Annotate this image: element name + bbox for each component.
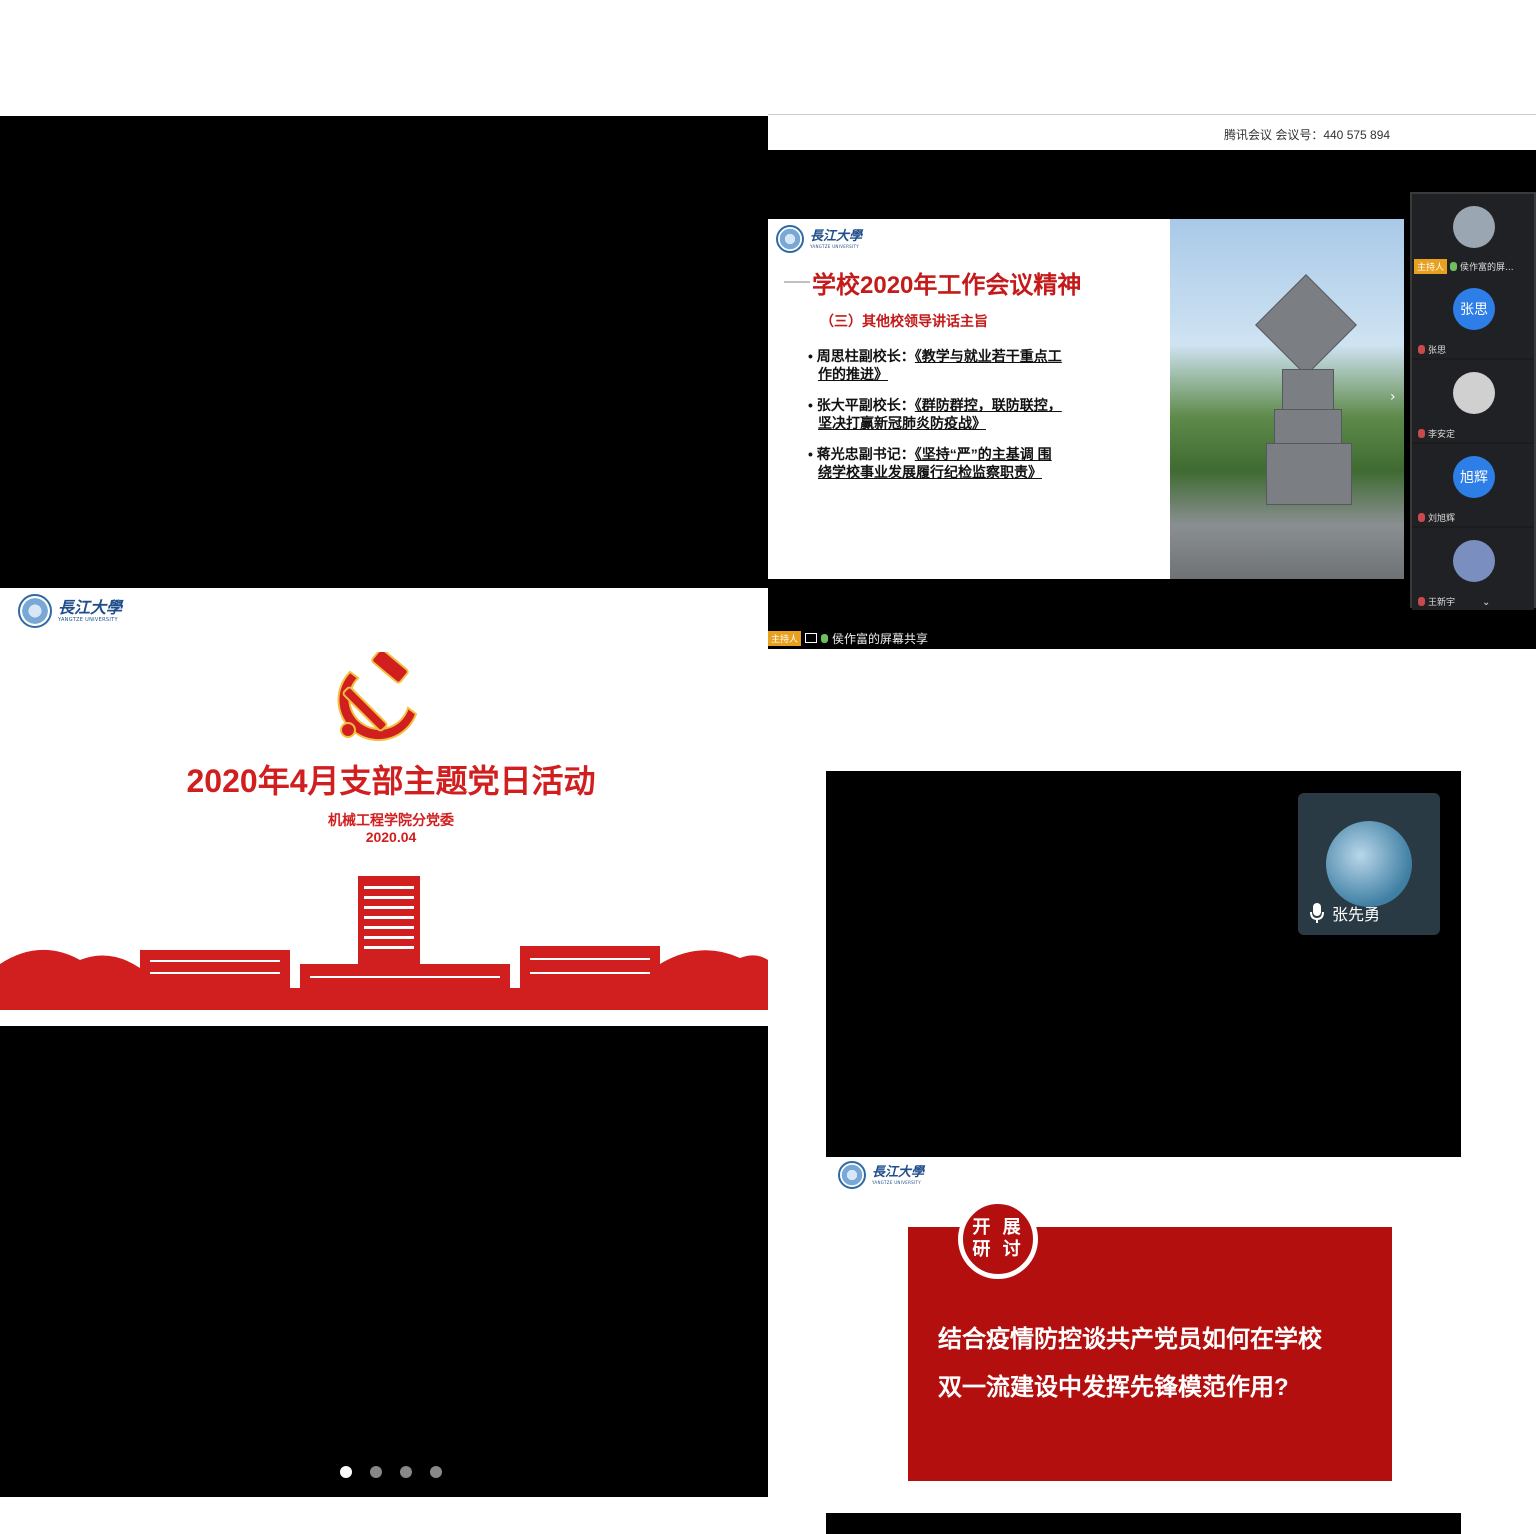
carousel-dot[interactable] <box>370 1466 382 1478</box>
avatar <box>1453 540 1495 582</box>
participant-name: 李安定 <box>1428 430 1456 440</box>
meeting-id-text: 腾讯会议 会议号：440 575 894 <box>1224 128 1391 142</box>
mic-muted-icon <box>1418 345 1425 354</box>
slide-title: 学校2020年工作会议精神 <box>812 272 1082 299</box>
host-badge: 主持人 <box>1414 259 1448 274</box>
bullet-text: 《坚持“严”的主基调 围 <box>914 446 1052 462</box>
left-screenshot: 長江大學 YANGTZE UNIVERSITY 2020年4月支部主题党日活动 … <box>0 116 768 1497</box>
participant-video-tile[interactable]: 张先勇 <box>1298 793 1440 935</box>
party-day-slide: 長江大學 YANGTZE UNIVERSITY 2020年4月支部主题党日活动 … <box>0 588 768 1026</box>
university-seal-icon <box>838 1161 866 1189</box>
participant-name: 王新宇 <box>1428 598 1456 608</box>
logo-cn-text: 長江大學 <box>872 1164 925 1180</box>
participant-tile[interactable]: 李安定 <box>1412 360 1534 442</box>
bullet-speaker: 张大平副校长： <box>816 397 915 413</box>
mic-muted-icon <box>1418 513 1425 522</box>
slide-bullet: • 张大平副校长：《群防群控，联防联控， 坚决打赢新冠肺炎防疫战》 <box>808 396 1128 432</box>
title-accent-line <box>784 281 810 283</box>
mic-muted-icon <box>1418 597 1425 606</box>
logo-cn-text: 長江大學 <box>58 597 123 617</box>
logo-en-text: YANGTZE UNIVERSITY <box>810 243 859 249</box>
bullet-text: 《教学与就业若干重点工 <box>914 348 1062 364</box>
bullet-speaker: 蒋光忠副书记： <box>816 446 915 462</box>
sculpture-block <box>1282 369 1334 411</box>
tencent-meeting-window: 腾讯会议 会议号：440 575 894 長江大學 YANGTZE UNIVER… <box>768 114 1536 649</box>
mic-muted-icon <box>1418 429 1425 438</box>
bullet-speaker: 周思柱副校长： <box>816 348 915 364</box>
avatar <box>1326 821 1412 907</box>
party-day-subtitle: 机械工程学院分党委 <box>328 812 454 828</box>
university-logo: 長江大學 YANGTZE UNIVERSITY <box>18 594 122 628</box>
party-day-title: 2020年4月支部主题党日活动 <box>186 763 596 799</box>
bullet-dot: • <box>808 397 817 413</box>
screen-share-icon <box>805 633 818 643</box>
bullet-dot: • <box>808 446 817 462</box>
bullet-dot: • <box>808 348 817 364</box>
discussion-question-line: 双一流建设中发挥先锋模范作用? <box>938 1374 1289 1401</box>
host-badge: 主持人 <box>768 630 802 646</box>
participant-tile[interactable]: 旭辉 刘旭辉 <box>1412 444 1534 526</box>
participant-tile[interactable]: 张思 张思 <box>1412 276 1534 358</box>
participant-name: 张思 <box>1428 346 1447 356</box>
carousel-dot[interactable] <box>340 1466 352 1478</box>
right-screenshot: 张先勇 長江大學 YANGTZE UNIVERSITY 结合疫情防控谈共产党员如… <box>826 771 1461 1534</box>
campus-sculpture-photo: › <box>1170 219 1404 579</box>
slide-bullet: • 周思柱副校长：《教学与就业若干重点工 作的推进》 <box>808 347 1128 383</box>
avatar: 旭辉 <box>1453 456 1495 498</box>
chevron-right-icon[interactable]: › <box>1390 389 1396 405</box>
badge-line: 开 展 <box>972 1217 1024 1238</box>
slide-bullet: • 蒋光忠副书记：《坚持“严”的主基调 围 绕学校事业发展履行纪检监察职责》 <box>808 445 1128 481</box>
carousel-indicator <box>340 1466 442 1478</box>
avatar <box>1453 372 1495 414</box>
discussion-slide: 長江大學 YANGTZE UNIVERSITY 结合疫情防控谈共产党员如何在学校… <box>826 1157 1461 1513</box>
participant-name: 刘旭辉 <box>1428 514 1456 524</box>
mic-icon <box>1450 262 1458 271</box>
avatar: 张思 <box>1453 288 1495 330</box>
campus-skyline-illustration <box>0 868 768 1026</box>
university-logo: 長江大學 YANGTZE UNIVERSITY <box>838 1161 924 1189</box>
shared-screen-slide: 長江大學 YANGTZE UNIVERSITY 学校2020年工作会议精神 （三… <box>768 219 1404 579</box>
university-seal-icon <box>776 225 804 253</box>
sculpture-block <box>1274 409 1342 445</box>
screen-share-text: 侯作富的屏幕共享 <box>832 631 929 646</box>
party-emblem-icon <box>337 652 418 741</box>
mic-icon <box>821 633 829 643</box>
participant-tile[interactable]: 王新宇 ⌄ <box>1412 528 1534 610</box>
carousel-dot[interactable] <box>430 1466 442 1478</box>
meeting-topbar: 腾讯会议 会议号：440 575 894 <box>768 114 1536 150</box>
logo-en-text: YANGTZE UNIVERSITY <box>872 1179 921 1185</box>
screen-share-status: 主持人 侯作富的屏幕共享 <box>768 627 928 649</box>
university-seal-icon <box>18 594 52 628</box>
party-day-date: 2020.04 <box>365 829 417 845</box>
avatar <box>1453 206 1495 248</box>
microphone-icon <box>1310 903 1324 923</box>
slide-section: （三）其他校领导讲话主旨 <box>820 313 988 329</box>
discussion-badge: 开 展 研 讨 <box>958 1199 1038 1279</box>
bullet-text: 作的推进》 <box>818 366 888 382</box>
bullet-text: 《群防群控，联防联控， <box>914 397 1062 413</box>
badge-line: 研 讨 <box>972 1239 1024 1260</box>
bullet-text: 绕学校事业发展履行纪检监察职责》 <box>818 464 1042 480</box>
discussion-question-line: 结合疫情防控谈共产党员如何在学校 <box>938 1326 1322 1353</box>
carousel-dot[interactable] <box>400 1466 412 1478</box>
university-logo: 長江大學 YANGTZE UNIVERSITY <box>776 225 862 253</box>
participant-name: 张先勇 <box>1332 905 1381 924</box>
participant-list: 主持人 侯作富的屏... 张思 张思 李安定 旭辉 刘旭辉 王新宇 ⌄ <box>1410 192 1536 610</box>
bullet-text: 坚决打赢新冠肺炎防疫战》 <box>818 415 986 431</box>
sculpture-base <box>1266 443 1352 505</box>
participant-tile[interactable]: 主持人 侯作富的屏... <box>1412 194 1534 276</box>
sculpture-cube <box>1255 274 1357 376</box>
chevron-down-icon[interactable]: ⌄ <box>1482 597 1490 608</box>
logo-en-text: YANGTZE UNIVERSITY <box>58 616 118 623</box>
participant-name: 侯作富的屏... <box>1460 263 1514 273</box>
logo-cn-text: 長江大學 <box>810 228 863 244</box>
